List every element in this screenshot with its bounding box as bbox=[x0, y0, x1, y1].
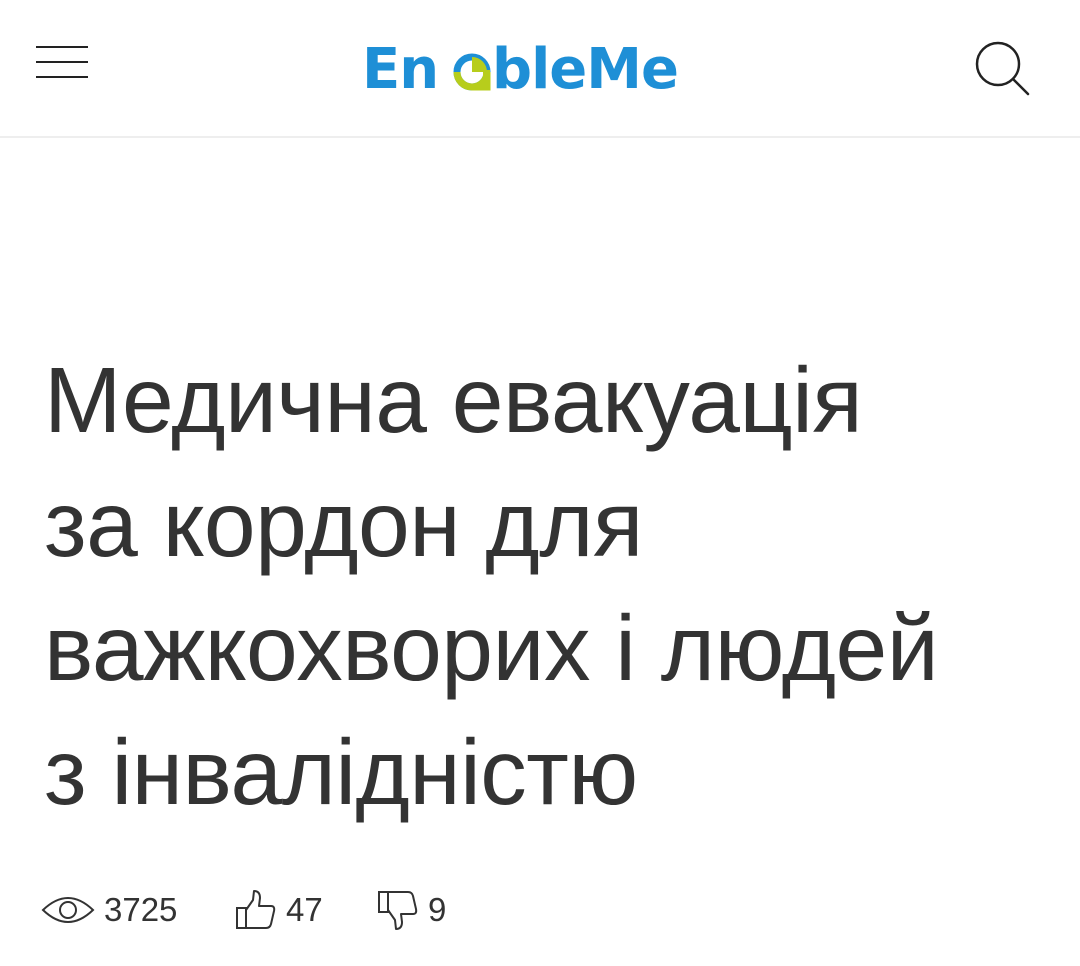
article-title: Медична евакуація за кордон для важкохво… bbox=[44, 338, 1054, 834]
hamburger-menu-icon-line-top bbox=[36, 46, 88, 48]
article-title-line: з інвалідністю bbox=[44, 720, 638, 824]
article-stats: 3725 47 9 bbox=[40, 880, 640, 940]
enableme-logo[interactable]: En bleMe bbox=[362, 36, 692, 102]
hamburger-menu-icon-line-bottom bbox=[36, 76, 88, 78]
logo-graphic: En bleMe bbox=[362, 37, 679, 102]
article-title-line: Медична евакуація bbox=[44, 348, 863, 452]
views-stat: 3725 bbox=[40, 880, 177, 940]
eye-icon bbox=[41, 897, 95, 923]
likes-count: 47 bbox=[286, 891, 323, 928]
menu-button[interactable] bbox=[30, 38, 94, 86]
thumbs-up-icon bbox=[236, 890, 276, 929]
like-button[interactable]: 47 bbox=[234, 880, 323, 940]
search-button[interactable] bbox=[968, 34, 1040, 106]
logo-text-bleme: bleMe bbox=[492, 37, 678, 100]
search-icon bbox=[975, 41, 1030, 96]
article-title-line: за кордон для bbox=[44, 472, 643, 576]
article-title-line: важкохворих і людей bbox=[44, 596, 939, 700]
logo-a-mark bbox=[453, 53, 491, 91]
dislike-button[interactable]: 9 bbox=[376, 880, 446, 940]
site-header: En bleMe bbox=[0, 0, 1080, 138]
dislikes-count: 9 bbox=[428, 891, 447, 928]
views-count: 3725 bbox=[104, 891, 178, 928]
logo-text-en: En bbox=[362, 37, 438, 100]
thumbs-down-icon bbox=[378, 891, 418, 930]
hamburger-menu-icon-line-middle bbox=[36, 61, 88, 63]
